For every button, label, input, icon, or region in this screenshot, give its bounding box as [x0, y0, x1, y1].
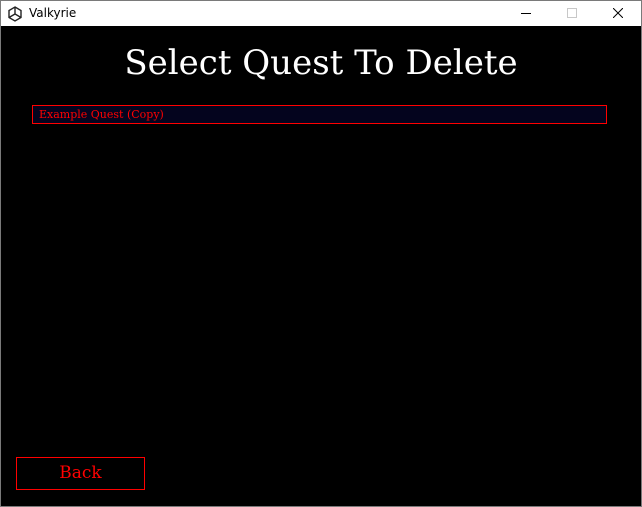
app-window: Valkyrie Select Quest To Delete Example … — [0, 0, 642, 507]
quest-list-item[interactable]: Example Quest (Copy) — [32, 105, 607, 124]
minimize-icon — [521, 13, 531, 14]
maximize-icon — [567, 8, 577, 18]
title-bar[interactable]: Valkyrie — [1, 1, 641, 26]
minimize-button[interactable] — [503, 1, 549, 26]
window-title: Valkyrie — [29, 6, 77, 20]
page-title: Select Quest To Delete — [124, 43, 518, 83]
close-icon — [613, 8, 623, 18]
game-viewport: Select Quest To Delete Example Quest (Co… — [1, 26, 641, 506]
unity-icon — [7, 6, 23, 22]
close-button[interactable] — [595, 1, 641, 26]
back-button[interactable]: Back — [16, 457, 145, 490]
quest-list: Example Quest (Copy) — [32, 105, 607, 124]
maximize-button[interactable] — [549, 1, 595, 26]
quest-item-label: Example Quest (Copy) — [39, 108, 164, 121]
